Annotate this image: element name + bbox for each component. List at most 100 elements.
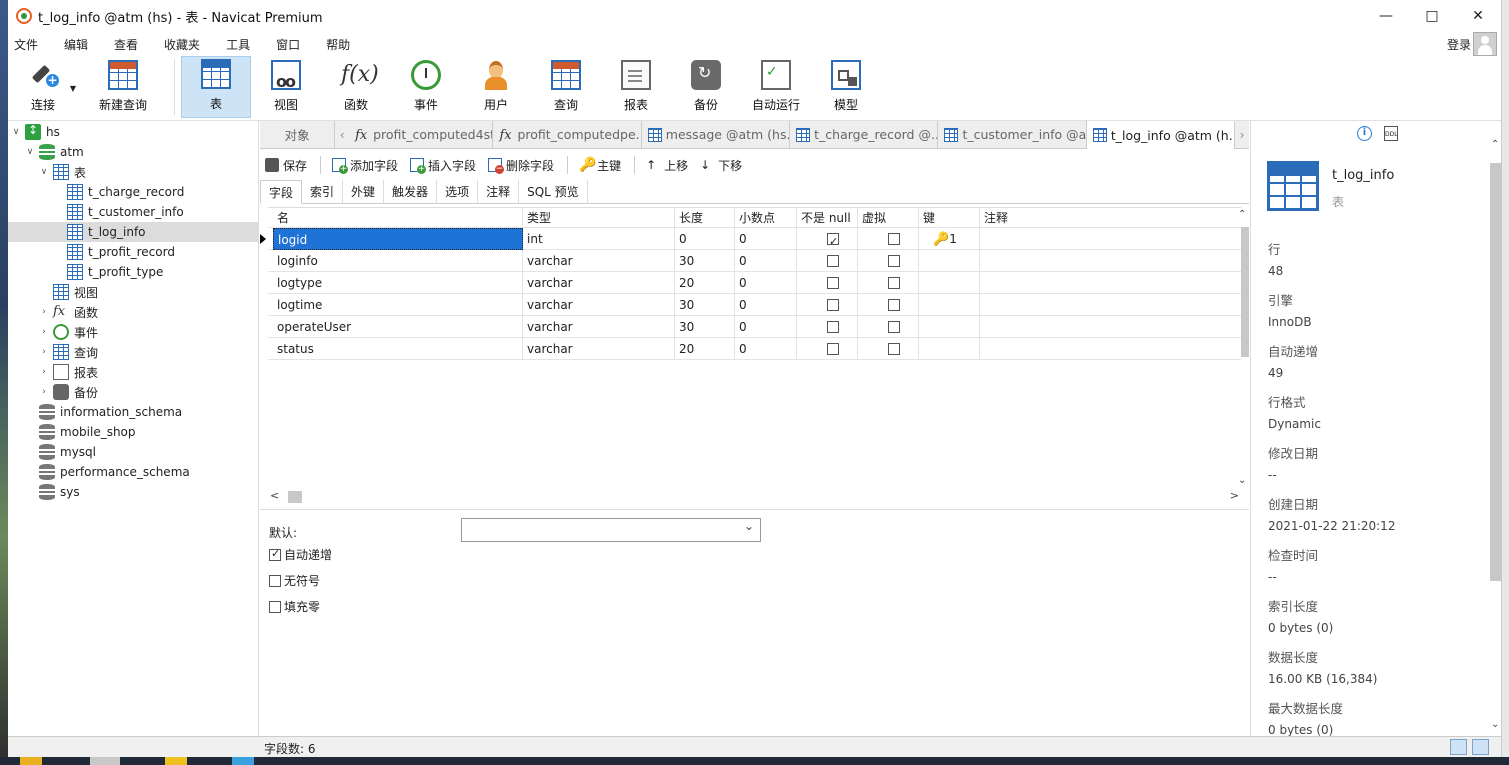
menu-view[interactable]: 查看 — [108, 36, 150, 53]
menu-file[interactable]: 文件 — [8, 36, 50, 53]
tree-db-item[interactable]: information_schema — [36, 402, 182, 422]
key-cell[interactable] — [919, 338, 980, 360]
tab-foreign-keys[interactable]: 外键 — [343, 180, 385, 203]
detail-view-toggle[interactable] — [1472, 739, 1489, 755]
tab-indexes[interactable]: 索引 — [302, 180, 344, 203]
field-decimals-cell[interactable]: 0 — [735, 338, 797, 360]
function-button[interactable]: f(x) 函数 — [321, 56, 391, 118]
tree-table-item[interactable]: t_charge_record — [64, 182, 184, 202]
event-button[interactable]: 事件 — [391, 56, 461, 118]
field-name-cell[interactable]: operateUser — [273, 316, 523, 338]
field-decimals-cell[interactable]: 0 — [735, 272, 797, 294]
move-down-button[interactable]: ↓ 下移 — [695, 157, 747, 174]
chevron-left-icon[interactable]: ‹ — [335, 121, 349, 148]
tree-db-item[interactable]: performance_schema — [36, 462, 190, 482]
column-header[interactable]: 类型 — [523, 208, 675, 228]
not-null-cell[interactable] — [797, 338, 858, 360]
report-button[interactable]: 报表 — [601, 56, 671, 118]
chevron-down-icon[interactable]: ⌄ — [1491, 719, 1499, 730]
table-button[interactable]: 表 — [181, 56, 251, 118]
delete-field-button[interactable]: 删除字段 — [483, 157, 559, 174]
tab-editor[interactable]: message @atm (hs... — [642, 121, 791, 148]
key-cell[interactable] — [919, 316, 980, 338]
new-query-button[interactable]: 新建查询 — [78, 56, 168, 118]
chevron-left-icon[interactable]: < — [270, 489, 279, 502]
tab-editor[interactable]: t_customer_info @a... — [938, 121, 1087, 148]
chevron-down-icon[interactable]: ⌄ — [1238, 475, 1246, 486]
tree-table-item[interactable]: t_profit_record — [64, 242, 175, 262]
field-type-cell[interactable]: int — [523, 228, 675, 250]
virtual-checkbox[interactable] — [888, 342, 900, 355]
scrollbar-thumb[interactable] — [1241, 227, 1249, 357]
field-length-cell[interactable]: 20 — [675, 338, 735, 360]
chevron-up-icon[interactable]: ⌃ — [1238, 209, 1246, 220]
grid-horizontal-scrollbar[interactable]: < > — [268, 489, 1241, 503]
field-type-cell[interactable]: varchar — [523, 316, 675, 338]
tree-backups-group[interactable]: › 备份 — [38, 382, 98, 402]
comment-cell[interactable] — [980, 272, 1235, 294]
key-cell[interactable] — [919, 294, 980, 316]
primary-key-button[interactable]: 🔑 主键 — [574, 157, 626, 174]
not-null-cell[interactable] — [797, 228, 858, 253]
tree-db-item[interactable]: mysql — [36, 442, 96, 462]
key-cell[interactable] — [919, 272, 980, 294]
not-null-cell[interactable] — [797, 316, 858, 338]
table-row[interactable]: operateUser varchar 30 0 — [268, 316, 1241, 338]
chevron-down-icon[interactable]: ∨ — [24, 147, 36, 157]
virtual-checkbox[interactable] — [888, 298, 900, 311]
auto-increment-checkbox[interactable] — [269, 547, 281, 561]
chevron-right-icon[interactable]: › — [38, 347, 50, 357]
tree-table-item[interactable]: t_customer_info — [64, 202, 184, 222]
menu-tools[interactable]: 工具 — [220, 36, 262, 53]
field-length-cell[interactable]: 30 — [675, 294, 735, 316]
not-null-cell[interactable] — [797, 272, 858, 294]
chevron-down-icon[interactable]: ∨ — [38, 167, 50, 177]
minimize-button[interactable]: — — [1363, 0, 1409, 32]
default-select[interactable] — [461, 518, 761, 542]
scrollbar-thumb[interactable] — [288, 491, 302, 503]
chevron-right-icon[interactable]: > — [1230, 489, 1239, 502]
key-cell[interactable] — [919, 250, 980, 272]
field-decimals-cell[interactable]: 0 — [735, 228, 797, 250]
not-null-checkbox[interactable] — [827, 254, 839, 267]
column-header[interactable]: 键 — [919, 208, 980, 228]
taskbar-app[interactable] — [90, 757, 120, 765]
field-length-cell[interactable]: 0 — [675, 228, 735, 250]
menu-help[interactable]: 帮助 — [320, 36, 362, 53]
field-type-cell[interactable]: varchar — [523, 250, 675, 272]
tab-fields[interactable]: 字段 — [260, 180, 303, 204]
table-row[interactable]: logtype varchar 20 0 — [268, 272, 1241, 294]
tab-sql-preview[interactable]: SQL 预览 — [519, 180, 588, 203]
tab-editor[interactable]: fx profit_computed4st... — [349, 121, 494, 148]
insert-field-button[interactable]: 插入字段 — [405, 157, 481, 174]
tree-db-atm[interactable]: ∨ atm — [24, 142, 84, 162]
table-row[interactable]: logidint00🔑1 — [260, 228, 1241, 253]
table-row[interactable]: status varchar 20 0 — [268, 338, 1241, 360]
tree-db-item[interactable]: sys — [36, 482, 80, 502]
backup-button[interactable]: 备份 — [671, 56, 741, 118]
table-row[interactable]: logtime varchar 30 0 — [268, 294, 1241, 316]
table-row[interactable]: loginfo varchar 30 0 — [268, 250, 1241, 272]
connect-button[interactable]: 连接 ▼ — [8, 56, 78, 118]
auto-increment-option[interactable]: 自动递增 — [269, 546, 332, 563]
tree-functions-group[interactable]: › fx 函数 — [38, 302, 98, 322]
key-cell[interactable]: 🔑1 — [919, 228, 980, 250]
field-name-cell[interactable]: logid — [273, 228, 523, 250]
automation-button[interactable]: 自动运行 — [741, 56, 811, 118]
zerofill-option[interactable]: 填充零 — [269, 598, 320, 615]
chevron-down-icon[interactable]: ▼ — [70, 84, 76, 93]
column-header[interactable]: 注释 — [980, 208, 1235, 228]
field-length-cell[interactable]: 20 — [675, 272, 735, 294]
chevron-right-icon[interactable]: › — [38, 387, 50, 397]
virtual-cell[interactable] — [858, 338, 919, 360]
not-null-checkbox[interactable] — [827, 276, 839, 289]
menu-edit[interactable]: 编辑 — [58, 36, 100, 53]
tree-queries-group[interactable]: › 查询 — [38, 342, 98, 362]
tab-comment[interactable]: 注释 — [478, 180, 520, 203]
tree-events-group[interactable]: › 事件 — [38, 322, 98, 342]
view-button[interactable]: 视图 — [251, 56, 321, 118]
virtual-checkbox[interactable] — [888, 320, 900, 333]
chevron-right-icon[interactable]: › — [38, 327, 50, 337]
not-null-checkbox[interactable] — [827, 298, 839, 311]
not-null-cell[interactable] — [797, 250, 858, 272]
